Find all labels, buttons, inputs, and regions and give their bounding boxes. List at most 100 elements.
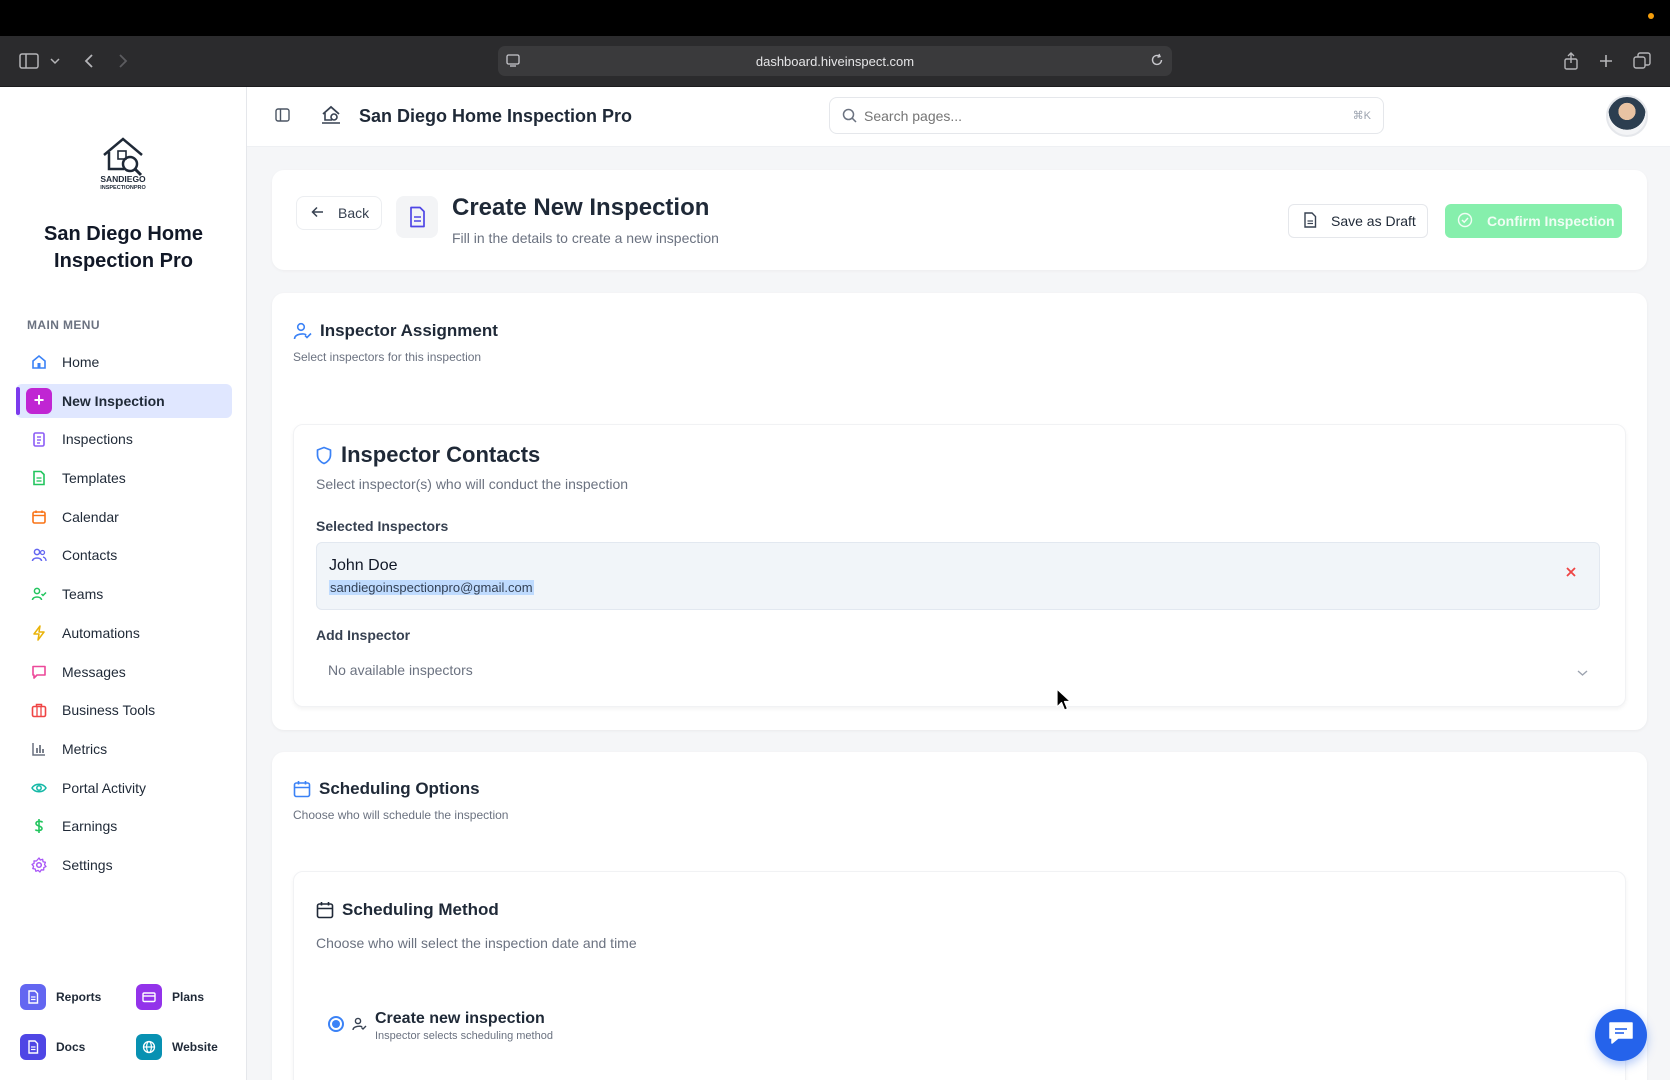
sidebar: SANDIEGO INSPECTIONPRO San Diego Home In… (0, 87, 247, 1080)
radio-selected-dot (332, 1020, 340, 1028)
sidebar-toggle-icon[interactable] (18, 50, 40, 72)
sidebar-item-metrics[interactable]: Metrics (16, 732, 232, 766)
save-as-draft-label: Save as Draft (1331, 213, 1416, 229)
reload-icon[interactable] (1150, 53, 1164, 70)
header-title: San Diego Home Inspection Pro (359, 106, 633, 126)
message-icon (30, 663, 48, 681)
file-icon (30, 469, 48, 487)
address-bar[interactable]: dashboard.hiveinspect.com (498, 46, 1172, 76)
mouse-cursor (1056, 688, 1072, 717)
scheduling-option-text: Create new inspection Inspector selects … (375, 1010, 553, 1042)
url-text: dashboard.hiveinspect.com (755, 53, 915, 69)
sidebar-item-label: Portal Activity (62, 779, 147, 796)
sidebar-item-contacts[interactable]: Contacts (16, 538, 232, 572)
browser-toolbar: dashboard.hiveinspect.com (0, 36, 1670, 87)
sidebar-item-portal-activity[interactable]: Portal Activity (16, 771, 232, 805)
add-inspector-select[interactable]: No available inspectors (316, 654, 1600, 686)
back-button[interactable]: Back (296, 196, 382, 230)
inspector-assignment-subtitle: Select inspectors for this inspection (293, 350, 482, 364)
sidebar-item-settings[interactable]: Settings (16, 848, 232, 882)
inspector-name: John Doe (329, 557, 398, 574)
sidebar-item-label: New Inspection (62, 392, 165, 409)
dollar-icon (30, 817, 48, 835)
sidebar-item-inspections[interactable]: Inspections (16, 422, 232, 456)
search-bar[interactable]: ⌘K (829, 97, 1384, 134)
clipboard-icon (30, 430, 48, 448)
sidebar-item-messages[interactable]: Messages (16, 655, 232, 689)
sidebar-item-label: Messages (62, 663, 126, 680)
tab-overview-icon[interactable] (1631, 50, 1653, 72)
search-shortcut: ⌘K (1352, 110, 1371, 122)
plus-icon: + (26, 387, 52, 414)
scheduling-options-subtitle: Choose who will schedule the inspection (293, 808, 509, 822)
sidebar-item-label: Home (62, 354, 100, 370)
inspector-contacts-title: Inspector Contacts (316, 442, 540, 468)
page-settings-icon[interactable] (506, 53, 520, 70)
user-avatar[interactable] (1606, 95, 1648, 137)
sidebar-item-label: Teams (62, 586, 104, 603)
brand-name: San Diego Home Inspection Pro (0, 221, 247, 275)
remove-inspector-icon[interactable] (1565, 565, 1577, 583)
inspector-assignment-section: Inspector Assignment Select inspectors f… (272, 293, 1647, 730)
add-inspector-label: Add Inspector (316, 627, 411, 643)
scheduling-option-create-new[interactable]: Create new inspection Inspector selects … (328, 1010, 553, 1042)
scheduling-method-title: Scheduling Method (316, 900, 499, 920)
save-as-draft-button[interactable]: Save as Draft (1288, 204, 1428, 238)
top-header: San Diego Home Inspection Pro ⌘K (247, 87, 1670, 147)
forward-nav-icon[interactable] (112, 50, 134, 72)
sidebar-item-calendar[interactable]: Calendar (16, 500, 232, 534)
page-subtitle: Fill in the details to create a new insp… (452, 230, 719, 246)
new-tab-icon[interactable] (1595, 50, 1617, 72)
sidebar-item-earnings[interactable]: Earnings (16, 809, 232, 843)
sidebar-collapse-icon[interactable] (275, 108, 290, 127)
scheduling-method-title-text: Scheduling Method (342, 900, 499, 919)
sidebar-item-label: Business Tools (62, 702, 156, 719)
svg-text:INSPECTIONPRO: INSPECTIONPRO (100, 185, 146, 191)
team-icon (30, 585, 48, 603)
selected-inspectors-label: Selected Inspectors (316, 518, 449, 534)
confirm-inspection-button[interactable]: Confirm Inspection (1445, 204, 1622, 238)
selected-inspector-chip: John Doe sandiegoinspectionpro@gmail.com (316, 542, 1600, 610)
inspector-contacts-title-text: Inspector Contacts (341, 442, 541, 467)
calendar-icon (316, 901, 334, 919)
company-logo[interactable]: SANDIEGO INSPECTIONPRO (90, 131, 156, 191)
document-icon (396, 196, 438, 238)
reports-link-label: Reports (56, 990, 102, 1004)
calendar-icon (30, 508, 48, 526)
confirm-inspection-label: Confirm Inspection (1487, 213, 1615, 229)
eye-icon (30, 779, 48, 797)
chevron-down-icon[interactable] (44, 50, 66, 72)
sidebar-item-business-tools[interactable]: Business Tools (16, 693, 232, 727)
share-icon[interactable] (1560, 50, 1582, 72)
sidebar-item-label: Calendar (62, 508, 119, 525)
sidebar-item-templates[interactable]: Templates (16, 461, 232, 495)
home-icon (30, 353, 48, 371)
main-menu: Home + New Inspection Inspections Templa… (16, 345, 232, 887)
brand-name-line1: San Diego Home (44, 223, 203, 245)
sidebar-item-home[interactable]: Home (16, 345, 232, 379)
company-mini-logo-icon (319, 104, 343, 131)
scheduling-option-description: Inspector selects scheduling method (375, 1030, 553, 1042)
docs-link[interactable]: Docs (20, 1034, 85, 1060)
sidebar-item-label: Settings (62, 856, 113, 873)
sidebar-item-label: Automations (62, 624, 140, 641)
inspector-contacts-subtitle: Select inspector(s) who will conduct the… (316, 476, 629, 492)
inspector-assignment-title: Inspector Assignment (293, 321, 498, 341)
sidebar-item-automations[interactable]: Automations (16, 616, 232, 650)
chevron-down-icon (1577, 664, 1588, 680)
sidebar-item-new-inspection[interactable]: + New Inspection (16, 383, 232, 418)
scheduling-method-card: Scheduling Method Choose who will select… (293, 871, 1626, 1080)
sidebar-item-label: Templates (62, 470, 126, 487)
radio-button[interactable] (328, 1016, 344, 1032)
support-chat-button[interactable] (1595, 1009, 1647, 1061)
gear-icon (30, 856, 48, 874)
users-icon (30, 546, 48, 564)
website-link[interactable]: Website (136, 1034, 218, 1060)
scheduling-options-section: Scheduling Options Choose who will sched… (272, 752, 1647, 1080)
reports-link[interactable]: Reports (20, 984, 101, 1010)
sidebar-item-label: Contacts (62, 547, 118, 564)
search-input[interactable] (864, 106, 1334, 126)
plans-link[interactable]: Plans (136, 984, 204, 1010)
sidebar-item-teams[interactable]: Teams (16, 577, 232, 611)
back-nav-icon[interactable] (78, 50, 100, 72)
